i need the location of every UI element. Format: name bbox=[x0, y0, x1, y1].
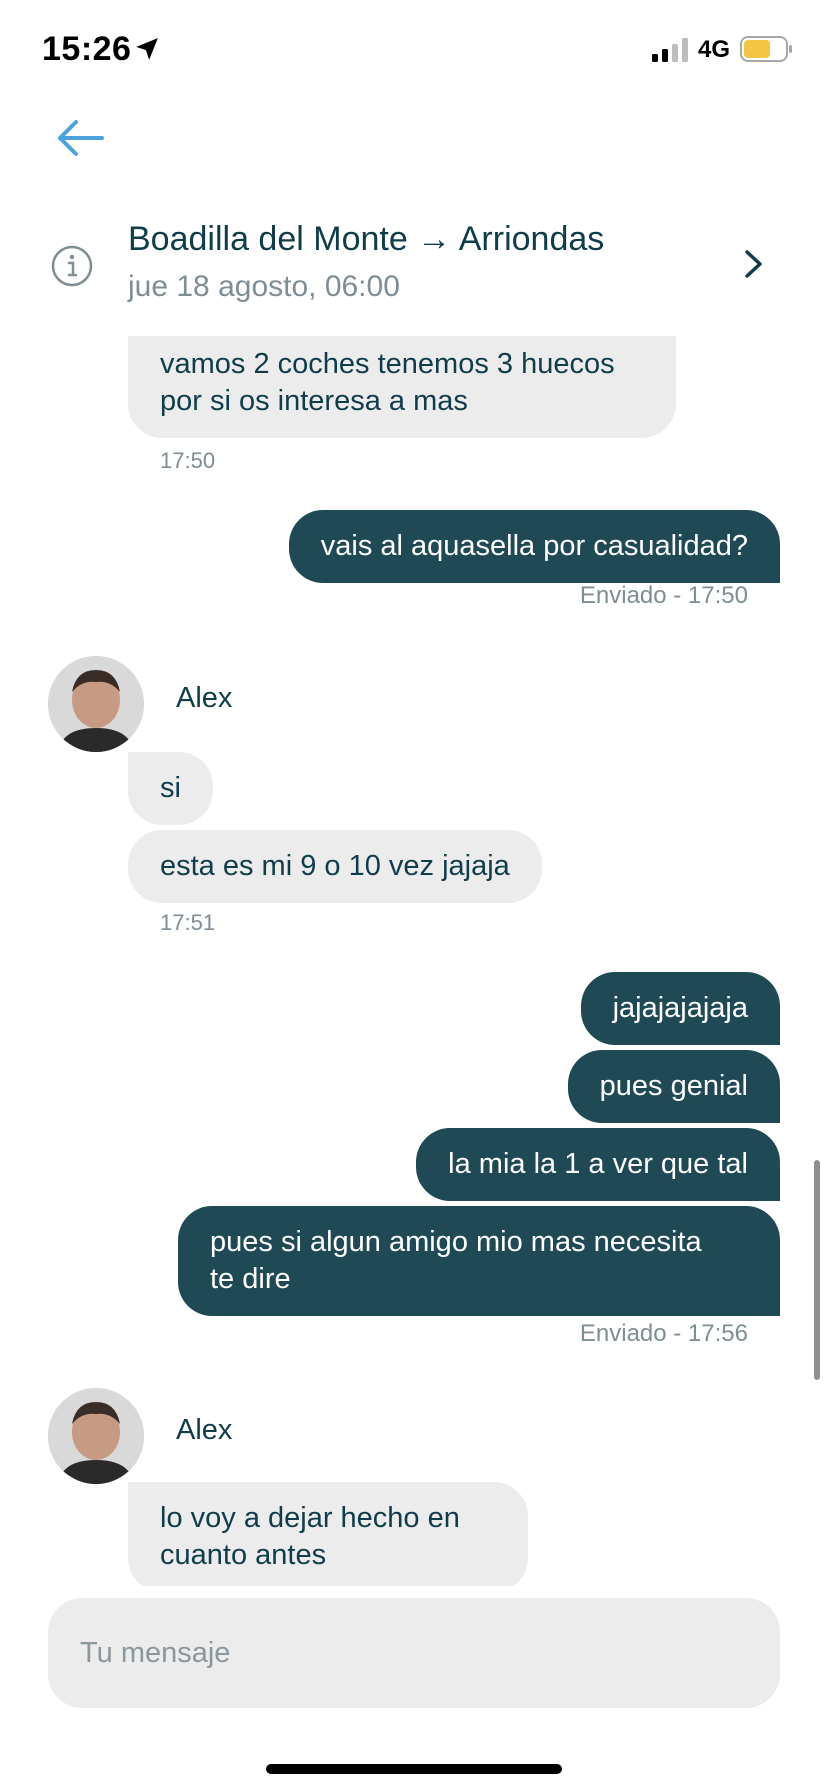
trip-route-title[interactable]: Boadilla del Monte → Arriondas bbox=[128, 220, 604, 259]
status-time: 15:26 bbox=[42, 30, 132, 68]
outgoing-message[interactable]: vais al aquasella por casualidad? bbox=[288, 510, 780, 583]
message-composer[interactable] bbox=[48, 1598, 780, 1708]
message-list[interactable]: vamos 2 coches tenemos 3 huecos por si o… bbox=[0, 336, 828, 1586]
incoming-message[interactable]: lo voy a dejar hecho en cuanto antes bbox=[128, 1482, 528, 1586]
battery-icon bbox=[740, 36, 792, 62]
message-input[interactable] bbox=[48, 1598, 780, 1708]
info-icon[interactable] bbox=[50, 244, 94, 288]
outgoing-message[interactable]: pues genial bbox=[567, 1050, 780, 1123]
message-status: Enviado - 17:56 bbox=[579, 1320, 748, 1347]
incoming-message[interactable]: si bbox=[128, 752, 213, 825]
avatar-image bbox=[48, 1388, 144, 1484]
incoming-message[interactable]: esta es mi 9 o 10 vez jajaja bbox=[128, 830, 542, 903]
message-time: 17:50 bbox=[160, 448, 216, 473]
message-time: 17:51 bbox=[160, 910, 216, 935]
message-status: Enviado - 17:50 bbox=[579, 582, 748, 609]
scrollbar[interactable] bbox=[814, 1160, 820, 1380]
chat-screen: 15:26 4G Boadilla del Monte → Arriondas … bbox=[0, 0, 828, 1792]
sender-name: Alex bbox=[176, 1414, 233, 1446]
chevron-right-icon[interactable] bbox=[742, 248, 766, 280]
home-indicator[interactable] bbox=[266, 1764, 562, 1774]
outgoing-message[interactable]: pues si algun amigo mio mas necesita te … bbox=[178, 1206, 780, 1316]
sender-name: Alex bbox=[176, 682, 233, 714]
avatar[interactable] bbox=[48, 656, 144, 752]
signal-icon bbox=[652, 38, 688, 62]
avatar-image bbox=[48, 656, 144, 752]
outgoing-message[interactable]: la mia la 1 a ver que tal bbox=[416, 1128, 780, 1201]
incoming-message[interactable]: vamos 2 coches tenemos 3 huecos por si o… bbox=[128, 336, 676, 438]
network-type: 4G bbox=[698, 36, 731, 63]
back-button[interactable] bbox=[54, 118, 106, 158]
trip-date: jue 18 agosto, 06:00 bbox=[128, 270, 400, 303]
back-arrow-icon bbox=[58, 120, 104, 156]
status-bar: 15:26 4G bbox=[0, 0, 828, 100]
location-arrow-icon bbox=[136, 38, 158, 60]
outgoing-message[interactable]: jajajajajaja bbox=[580, 972, 780, 1045]
avatar[interactable] bbox=[48, 1388, 144, 1484]
